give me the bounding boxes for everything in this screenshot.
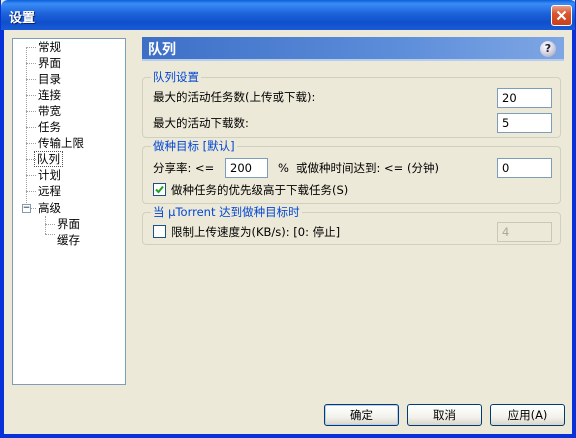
tree-item-bandwidth[interactable]: 带宽 — [36, 103, 63, 119]
goal-reached-group: 当 µTorrent 达到做种目标时 限制上传速度为(KB/s): [0: 停止… — [142, 205, 561, 245]
panel-header: 队列 ? — [142, 37, 564, 61]
ok-button[interactable]: 确定 — [324, 404, 399, 426]
max-downloads-input[interactable]: 5 — [497, 113, 552, 133]
limit-upload-checkbox[interactable] — [153, 225, 166, 238]
tree-item-ui[interactable]: 界面 — [36, 55, 63, 71]
tree-item-advanced[interactable]: 高级 — [36, 200, 63, 216]
limit-upload-input[interactable]: 4 — [497, 222, 552, 242]
tree-item-queue[interactable]: 队列 — [34, 151, 63, 167]
help-icon[interactable]: ? — [540, 41, 556, 57]
window-title: 设置 — [9, 11, 36, 26]
goal-reached-legend: 当 µTorrent 达到做种目标时 — [151, 205, 302, 219]
seeding-goal-group: 做种目标 [默认] 分享率: <= 200 % 或做种时间达到: <= (分钟)… — [142, 139, 561, 204]
settings-tree[interactable]: 常规 界面 目录 连接 带宽 任务 传输上限 队列 计划 远程 − 高级 界面 … — [12, 38, 126, 385]
seed-time-label: 或做种时间达到: <= (分钟) — [296, 161, 439, 175]
minus-icon: − — [22, 203, 31, 213]
ratio-input[interactable]: 200 — [225, 158, 268, 178]
queue-settings-group: 队列设置 最大的活动任务数(上传或下载): 20 最大的活动下载数: 5 — [142, 70, 561, 138]
collapse-toggle[interactable]: − — [22, 204, 31, 213]
close-button[interactable] — [551, 5, 572, 26]
priority-label[interactable]: 做种任务的优先级高于下载任务(S) — [171, 183, 348, 197]
checkmark-icon — [155, 185, 164, 194]
percent-label: % — [278, 161, 289, 175]
tree-item-general[interactable]: 常规 — [36, 39, 63, 55]
limit-upload-label[interactable]: 限制上传速度为(KB/s): [0: 停止] — [171, 225, 340, 239]
max-downloads-label: 最大的活动下载数: — [153, 116, 249, 130]
tree-item-connection[interactable]: 连接 — [36, 87, 63, 103]
panel-title: 队列 — [148, 42, 176, 58]
queue-settings-legend: 队列设置 — [151, 70, 201, 84]
title-bar[interactable]: 设置 — [1, 0, 575, 30]
max-active-label: 最大的活动任务数(上传或下载): — [153, 90, 316, 104]
tree-item-cache[interactable]: 缓存 — [55, 232, 82, 248]
tree-item-scheduler[interactable]: 计划 — [36, 167, 63, 183]
close-icon — [556, 10, 567, 21]
apply-button[interactable]: 应用(A) — [490, 404, 565, 426]
ratio-label: 分享率: <= — [153, 161, 215, 175]
tree-item-remote[interactable]: 远程 — [36, 183, 63, 199]
seeding-goal-legend: 做种目标 [默认] — [151, 139, 237, 153]
tree-item-advanced-ui[interactable]: 界面 — [55, 216, 82, 232]
tree-item-transfer-cap[interactable]: 传输上限 — [36, 135, 86, 151]
settings-window: 设置 常规 界面 目录 连接 带宽 任务 传输上限 队列 计划 远程 − 高级 … — [0, 0, 576, 438]
max-active-input[interactable]: 20 — [497, 88, 552, 108]
seed-time-input[interactable]: 0 — [497, 158, 552, 178]
tree-item-tasks[interactable]: 任务 — [36, 119, 63, 135]
priority-checkbox[interactable] — [153, 183, 166, 196]
tree-item-directories[interactable]: 目录 — [36, 71, 63, 87]
cancel-button[interactable]: 取消 — [407, 404, 482, 426]
